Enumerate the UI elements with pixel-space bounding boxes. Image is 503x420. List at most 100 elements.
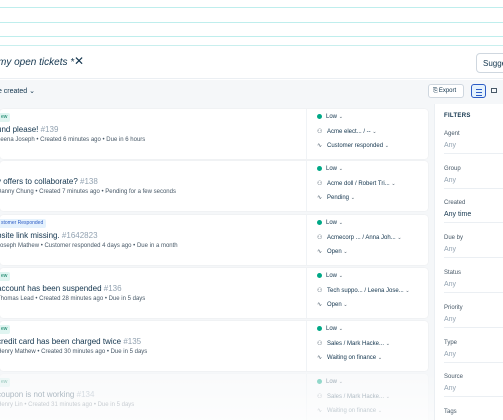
ticket-properties: Low ⌄ ⚇ Tech suppo... / Leena Jose... ⌄ ∿ Op… <box>306 268 424 318</box>
filter-value[interactable]: Any <box>444 385 503 397</box>
chevron-down-icon: ⌄ <box>372 129 377 135</box>
assignee-dropdown[interactable]: ⚇ Sales / Mark Hacke... ⌄ <box>317 340 390 347</box>
priority-dropdown[interactable]: Low ⌄ <box>317 273 343 279</box>
filter-value[interactable]: Any <box>444 281 503 293</box>
filter-label: Agent <box>444 131 460 137</box>
ticket-subject[interactable]: credit card has been charged twice #135 <box>0 337 141 346</box>
chevron-down-icon: ⌄ <box>338 114 343 121</box>
priority-dropdown[interactable]: Low ⌄ <box>317 114 343 120</box>
ticket-subject[interactable]: bsite link missing. #1642823 <box>0 231 98 240</box>
priority-dot-icon <box>317 166 322 171</box>
filter-value[interactable]: Any <box>444 316 503 328</box>
status-dropdown[interactable]: ∿ Open ⌄ <box>317 248 348 255</box>
assignee-dropdown[interactable]: ⚇ Acme elect... / -- ⌄ <box>317 128 377 135</box>
table-view-icon <box>491 88 497 93</box>
assignee-dropdown[interactable]: ⚇ Tech suppo... / Leena Jose... ⌄ <box>317 287 410 294</box>
ticket-properties: Low ⌄ ⚇ Sales / Mark Hacke... ⌄ ∿ Waiting on… <box>306 374 424 420</box>
filter-value[interactable]: Any <box>444 177 503 189</box>
ticket-subject[interactable]: y offers to collaborate? #138 <box>0 177 98 186</box>
card-view-icon-line <box>476 92 482 93</box>
ticket-meta: Thomas Lead • Created 28 minutes ago • D… <box>0 296 146 302</box>
chevron-down-icon: ⌄ <box>338 326 343 333</box>
user-icon: ⚇ <box>317 288 323 294</box>
filter-value[interactable]: Any <box>444 246 503 258</box>
close-icon[interactable]: ✕ <box>74 55 84 67</box>
status-dropdown[interactable]: ∿ Waiting on finance ⌄ <box>317 354 382 361</box>
chevron-down-icon: ⌄ <box>343 302 348 308</box>
status-value: Open <box>327 302 342 308</box>
ticket-card[interactable]: y offers to collaborate? #138 Danny Chung… <box>0 161 428 211</box>
ticket-meta: Joseph Mathew • Customer responded 4 day… <box>0 243 178 249</box>
priority-dropdown[interactable]: Low ⌄ <box>317 166 343 172</box>
view-title[interactable]: my open tickets * <box>0 57 74 68</box>
ticket-subject[interactable]: account has been suspended #136 <box>0 284 122 293</box>
status-dropdown[interactable]: ∿ Open ⌄ <box>317 301 348 308</box>
priority-dot-icon <box>317 114 322 119</box>
ticket-card[interactable]: ew und please! #139 Leena Joseph • Created… <box>0 109 428 159</box>
view-title-bar: my open tickets * ✕ <box>0 46 503 79</box>
priority-dropdown[interactable]: Low ⌄ <box>317 220 343 226</box>
status-value: Open <box>327 249 342 255</box>
ticket-card[interactable]: stomer Responded bsite link missing. #164… <box>0 215 428 265</box>
status-dropdown[interactable]: ∿ Customer responded ⌄ <box>317 142 389 149</box>
filter-label: Type <box>444 340 458 346</box>
ticket-status-badge: stomer Responded <box>0 219 47 228</box>
ticket-number: #135 <box>123 337 142 346</box>
ticket-subject[interactable]: und please! #139 <box>0 125 58 134</box>
sort-dropdown[interactable]: te created ⌄ <box>0 87 35 95</box>
filter-label: Priority <box>444 305 463 311</box>
status-icon: ∿ <box>317 302 323 308</box>
export-label: Export <box>438 88 457 94</box>
chevron-down-icon: ⌄ <box>338 220 343 227</box>
status-icon: ∿ <box>317 408 323 414</box>
priority-dropdown[interactable]: Low ⌄ <box>317 379 343 385</box>
card-view-icon <box>476 89 482 90</box>
card-view-button[interactable] <box>471 84 486 98</box>
ticket-meta: Henry Mathew • Created 30 minutes ago • … <box>0 349 148 355</box>
status-icon: ∿ <box>317 249 323 255</box>
ticket-subject-text: credit card has been charged twice <box>0 337 122 346</box>
header-line <box>0 36 503 37</box>
filter-label: Created <box>444 200 466 206</box>
ticket-card[interactable]: ew account has been suspended #136 Thomas … <box>0 268 428 318</box>
assignee-dropdown[interactable]: ⚇ Acmecorp ... / Anna Joh... ⌄ <box>317 234 402 241</box>
assignee-value: Acme doll / Robert Tri... <box>327 181 390 187</box>
priority-dropdown[interactable]: Low ⌄ <box>317 326 343 332</box>
chevron-down-icon: ⌄ <box>338 379 343 386</box>
ticket-subject-text: account has been suspended <box>0 284 102 293</box>
ticket-meta: Danny Chung • Created 7 minutes ago • Pe… <box>0 189 176 195</box>
chevron-down-icon: ⌄ <box>385 394 390 400</box>
app-header <box>0 0 503 46</box>
status-dropdown[interactable]: ∿ Pending ⌄ <box>317 194 355 201</box>
user-icon: ⚇ <box>317 129 323 135</box>
assignee-dropdown[interactable]: ⚇ Acme doll / Robert Tri... ⌄ <box>317 180 396 187</box>
ticket-card[interactable]: ew credit card has been charged twice #13… <box>0 321 428 371</box>
status-dropdown[interactable]: ∿ Waiting on finance ⌄ <box>317 407 382 414</box>
ticket-subject-text: y offers to collaborate? <box>0 177 78 186</box>
ticket-number: #136 <box>103 284 122 293</box>
filter-value[interactable]: Any time <box>444 211 503 223</box>
ticket-number: #138 <box>80 177 98 186</box>
ticket-card[interactable]: ew coupon is not working #134 Henry Lin • … <box>0 374 428 420</box>
filter-value[interactable]: Any <box>444 142 503 154</box>
ticket-properties: Low ⌄ ⚇ Acmecorp ... / Anna Joh... ⌄ ∿ Open … <box>306 215 424 265</box>
suggest-button[interactable]: Sugges <box>476 53 503 73</box>
ticket-subject[interactable]: coupon is not working #134 <box>0 390 94 399</box>
status-value: Pending <box>327 195 350 201</box>
assignee-dropdown[interactable]: ⚇ Sales / Mark Hacke... ⌄ <box>317 393 390 400</box>
ticket-meta: Henry Lin • Created 31 minutes ago • Due… <box>0 402 135 408</box>
priority-value: Low <box>326 379 338 386</box>
ticket-subject-text: und please! <box>0 125 39 134</box>
filters-title: FILTERS <box>444 113 471 119</box>
filter-label: Group <box>444 166 461 172</box>
filter-value[interactable]: Any <box>444 351 503 363</box>
chevron-down-icon: ⌄ <box>405 288 410 294</box>
card-view-icon-line <box>476 95 482 96</box>
priority-value: Low <box>326 326 338 333</box>
chevron-down-icon: ⌄ <box>377 355 383 361</box>
assignee-value: Tech suppo... / Leena Jose... <box>327 288 404 294</box>
export-button[interactable]: ⎘Export <box>428 84 464 98</box>
table-view-button[interactable] <box>488 84 501 98</box>
filter-label: Due by <box>444 235 464 241</box>
chevron-down-icon: ⌄ <box>350 195 355 201</box>
